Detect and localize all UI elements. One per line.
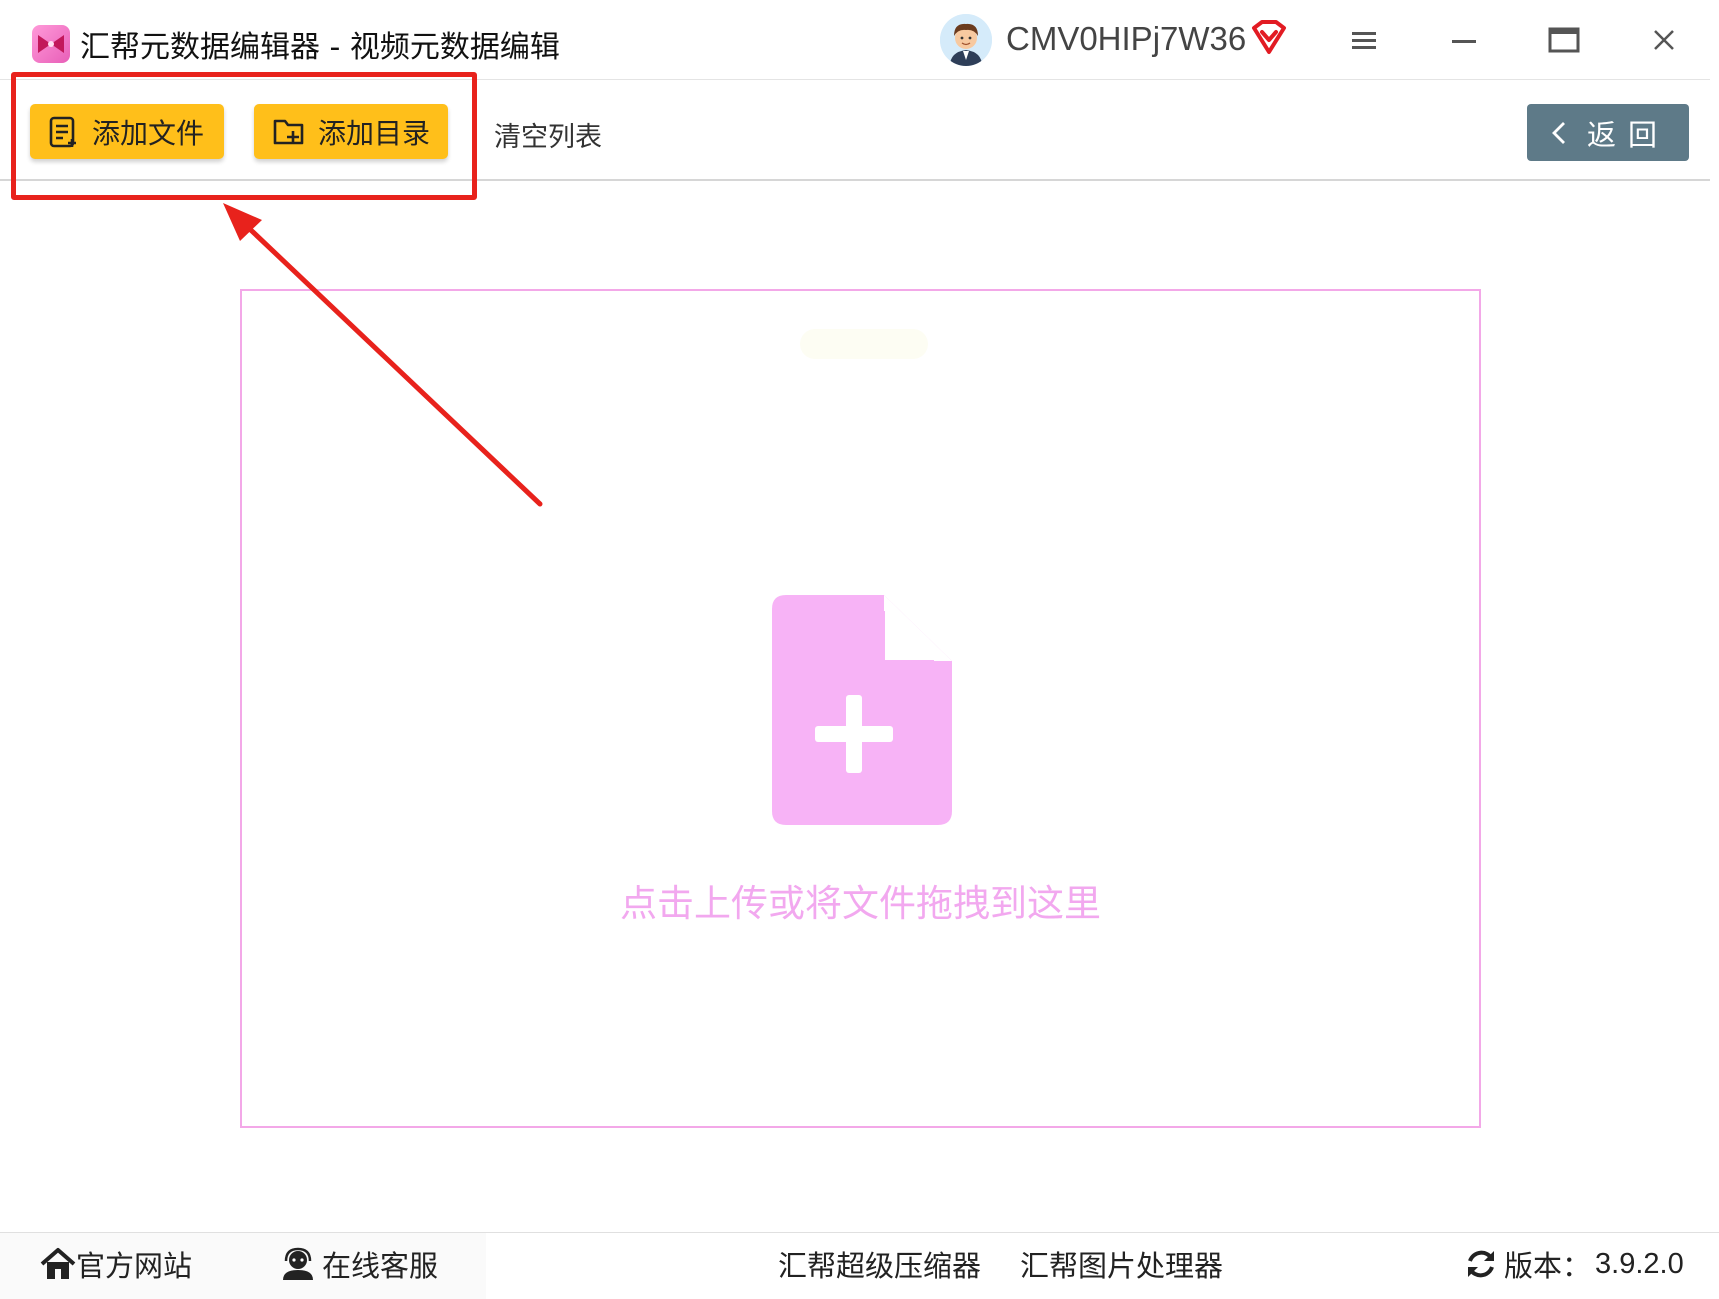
hamburger-menu-icon[interactable] — [1344, 20, 1384, 60]
customer-service-icon — [283, 1247, 313, 1280]
username-label[interactable]: CMV0HIPj7W36 — [1006, 20, 1246, 58]
annotation-highlight-box — [11, 72, 477, 200]
clear-list-button[interactable]: 清空列表 — [494, 115, 602, 154]
official-website-link[interactable]: 官方网站 — [40, 1243, 192, 1285]
app-logo-icon — [32, 25, 70, 63]
refresh-icon[interactable] — [1464, 1247, 1498, 1281]
compressor-label: 汇帮超级压缩器 — [778, 1249, 982, 1283]
file-add-icon — [772, 595, 952, 825]
user-avatar[interactable] — [940, 14, 992, 66]
website-label: 官方网站 — [76, 1249, 193, 1283]
maximize-icon[interactable] — [1544, 20, 1584, 60]
title-bar: 汇帮元数据编辑器 - 视频元数据编辑 CMV0HIPj7W36 — [0, 0, 1710, 80]
image-processor-label: 汇帮图片处理器 — [1020, 1249, 1224, 1283]
back-button[interactable]: 返回 — [1527, 104, 1689, 161]
minimize-icon[interactable] — [1444, 20, 1484, 60]
image-processor-link[interactable]: 汇帮图片处理器 — [1020, 1243, 1223, 1285]
chevron-left-icon — [1552, 121, 1565, 144]
online-support-link[interactable]: 在线客服 — [280, 1243, 438, 1285]
file-drop-zone[interactable]: 点击上传或将文件拖拽到这里 — [240, 289, 1481, 1128]
version-value: 3.9.2.0 — [1595, 1247, 1684, 1280]
vip-diamond-icon[interactable] — [1250, 20, 1288, 56]
back-label: 返回 — [1587, 117, 1670, 152]
status-bar: 官方网站 在线客服 汇帮超级压缩器 汇帮图片处理器 版本： 3.9.2.0 — [0, 1232, 1719, 1299]
compressor-link[interactable]: 汇帮超级压缩器 — [778, 1243, 981, 1285]
drop-hint-text: 点击上传或将文件拖拽到这里 — [620, 882, 1101, 925]
version-info: 版本： 3.9.2.0 — [1464, 1243, 1684, 1285]
support-label: 在线客服 — [322, 1249, 439, 1283]
version-label: 版本： — [1504, 1249, 1592, 1283]
close-icon[interactable] — [1644, 20, 1684, 60]
faint-tag — [800, 329, 928, 359]
window-title: 汇帮元数据编辑器 - 视频元数据编辑 — [80, 30, 560, 65]
home-icon — [40, 1248, 76, 1279]
